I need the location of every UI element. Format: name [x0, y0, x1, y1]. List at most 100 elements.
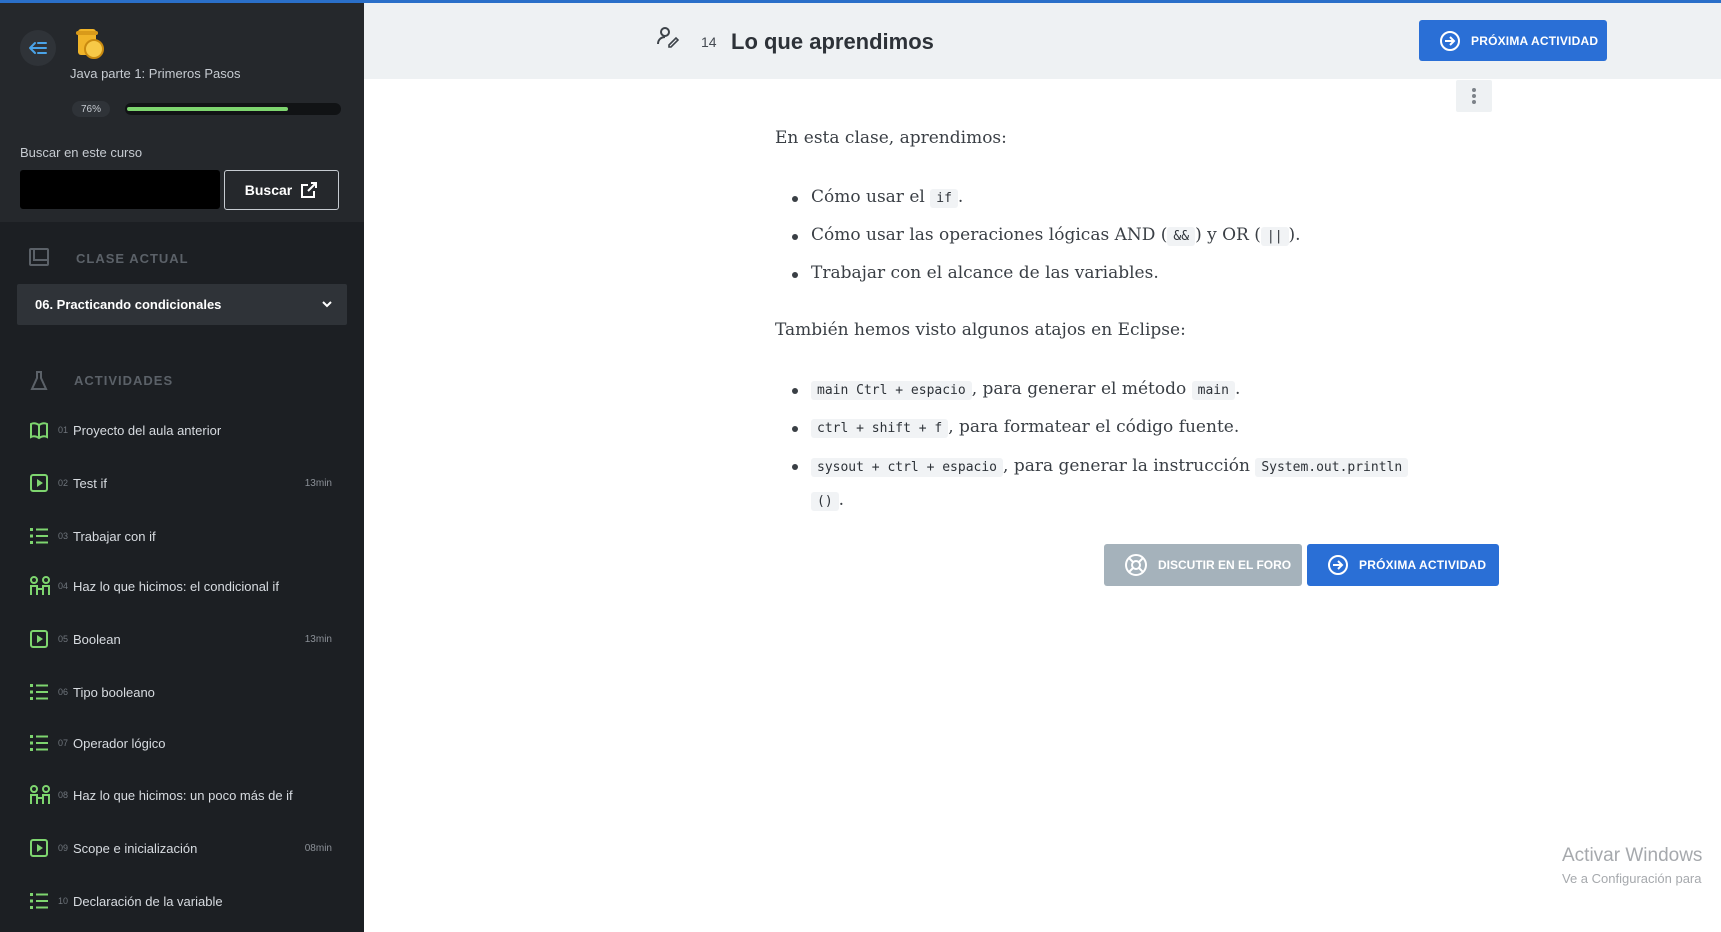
search-button[interactable]: Buscar	[224, 170, 339, 210]
list-icon	[29, 526, 49, 546]
list-text: .	[838, 490, 845, 510]
activity-item-05[interactable]: 05 Boolean 13min	[0, 619, 364, 659]
activity-item-08[interactable]: 08 Haz lo que hicimos: un poco más de if	[0, 775, 364, 815]
current-lesson-dropdown[interactable]: 06. Practicando condicionales	[17, 284, 347, 325]
discuss-forum-button[interactable]: DISCUTIR EN EL FORO	[1104, 544, 1302, 586]
activity-label: Haz lo que hicimos: el condicional if	[73, 579, 279, 594]
video-play-icon	[29, 473, 49, 493]
list-text: , para formatear el código fuente.	[948, 417, 1240, 437]
search-input[interactable]	[20, 170, 220, 209]
activity-number: 06	[58, 687, 69, 697]
activity-duration: 13min	[304, 634, 332, 645]
code-and: &&	[1167, 227, 1196, 246]
kebab-menu-icon	[1472, 88, 1476, 104]
code-shortcut: sysout + ctrl + espacio	[811, 458, 1004, 477]
list-text: .	[1234, 379, 1241, 399]
activity-label: Scope e inicialización	[73, 841, 198, 856]
activity-label: Proyecto del aula anterior	[73, 423, 222, 438]
current-lesson-label: 06. Practicando condicionales	[35, 297, 222, 312]
user-edit-icon	[657, 27, 679, 48]
next-activity-button-top[interactable]: PRÓXIMA ACTIVIDAD	[1419, 20, 1607, 61]
list-item: Cómo usar las operaciones lógicas AND (&…	[775, 217, 1301, 255]
activity-duration: 13min	[304, 478, 332, 489]
people-icon	[29, 785, 50, 805]
list-text: , para generar la instrucción	[1003, 456, 1256, 476]
activity-item-01[interactable]: 01 Proyecto del aula anterior	[0, 410, 364, 450]
list-text: Trabajar con el alcance de las variables…	[811, 263, 1159, 283]
list-item: sysout + ctrl + espacio, para generar la…	[775, 447, 1409, 518]
video-play-icon	[29, 629, 49, 649]
list-icon	[29, 682, 49, 702]
current-class-heading: CLASE ACTUAL	[76, 251, 189, 266]
more-options-button[interactable]	[1456, 80, 1492, 112]
activity-label: Haz lo que hicimos: un poco más de if	[73, 788, 293, 803]
activity-number: 14	[701, 34, 717, 50]
course-logo-icon	[76, 29, 104, 59]
list-text: Cómo usar el	[811, 187, 931, 207]
list-item: Trabajar con el alcance de las variables…	[775, 255, 1301, 292]
activity-number: 09	[58, 843, 69, 853]
watermark-line1: Activar Windows	[1562, 845, 1703, 866]
sidebar: Java parte 1: Primeros Pasos 76% Buscar …	[0, 0, 364, 932]
activity-label: Trabajar con if	[73, 529, 156, 544]
activity-number: 08	[58, 790, 69, 800]
shortcuts-intro-text: También hemos visto algunos atajos en Ec…	[775, 320, 1186, 340]
top-accent-line	[0, 0, 1721, 3]
next-activity-button-bottom[interactable]: PRÓXIMA ACTIVIDAD	[1307, 544, 1499, 586]
list-text: Cómo usar las operaciones lógicas AND (	[811, 225, 1168, 245]
list-text: , para generar el método	[971, 379, 1192, 399]
video-play-icon	[29, 838, 49, 858]
activity-label: Test if	[73, 476, 107, 491]
list-text: .	[957, 187, 964, 207]
activity-item-03[interactable]: 03 Trabajar con if	[0, 516, 364, 556]
activity-item-10[interactable]: 10 Declaración de la variable	[0, 881, 364, 921]
activity-item-07[interactable]: 07 Operador lógico	[0, 723, 364, 763]
code-shortcut: ctrl + shift + f	[811, 419, 949, 438]
activity-number: 03	[58, 531, 69, 541]
code-main: main	[1191, 381, 1235, 400]
activity-item-09[interactable]: 09 Scope e inicialización 08min	[0, 828, 364, 868]
activity-number: 01	[58, 425, 69, 435]
arrow-circle-right-icon	[1440, 30, 1460, 51]
code-parens: ()	[811, 492, 839, 511]
discuss-forum-label: DISCUTIR EN EL FORO	[1158, 558, 1292, 572]
list-text: ) y OR (	[1195, 225, 1261, 245]
activity-number: 02	[58, 478, 69, 488]
activity-label: Tipo booleano	[73, 685, 155, 700]
progress-bar	[125, 103, 341, 115]
sidebar-header: Java parte 1: Primeros Pasos 76% Buscar …	[0, 3, 364, 222]
windows-activation-watermark: Activar Windows Ve a Configuración para	[1562, 845, 1702, 886]
code-println: System.out.println	[1255, 458, 1409, 477]
list-text: ).	[1288, 225, 1301, 245]
shortcuts-list: main Ctrl + espacio, para generar el mét…	[775, 371, 1409, 518]
activity-label: Declaración de la variable	[73, 894, 223, 909]
search-label: Buscar en este curso	[20, 145, 143, 160]
activity-item-02[interactable]: 02 Test if 13min	[0, 463, 364, 503]
list-item: ctrl + shift + f, para formatear el códi…	[775, 409, 1408, 447]
arrow-left-icon	[29, 42, 47, 54]
learned-list: Cómo usar el if. Cómo usar las operacion…	[775, 179, 1301, 292]
activity-header: 14 Lo que aprendimos PRÓXIMA ACTIVIDAD	[364, 3, 1721, 79]
activity-item-04[interactable]: 04 Haz lo que hicimos: el condicional if	[0, 566, 364, 606]
progress-percent: 76%	[72, 101, 110, 117]
code-if: if	[930, 189, 958, 208]
activity-label: Boolean	[73, 632, 121, 647]
activity-duration: 08min	[304, 843, 332, 854]
activity-number: 05	[58, 634, 69, 644]
code-or: ||	[1260, 227, 1289, 246]
flask-icon	[30, 371, 48, 390]
watermark-line2: Ve a Configuración para	[1562, 871, 1702, 886]
progress-fill	[127, 107, 288, 111]
book-outline-icon	[29, 248, 49, 266]
activity-number: 07	[58, 738, 69, 748]
next-activity-label-top: PRÓXIMA ACTIVIDAD	[1471, 33, 1599, 48]
next-activity-label-bottom: PRÓXIMA ACTIVIDAD	[1359, 558, 1487, 572]
people-icon	[29, 576, 50, 596]
search-button-label: Buscar	[244, 182, 293, 198]
code-shortcut: main Ctrl + espacio	[811, 381, 972, 400]
activity-item-06[interactable]: 06 Tipo booleano	[0, 672, 364, 712]
list-item: main Ctrl + espacio, para generar el mét…	[775, 371, 1408, 409]
arrow-circle-right-icon	[1328, 555, 1348, 575]
list-icon	[29, 733, 49, 753]
back-button[interactable]	[20, 30, 56, 66]
